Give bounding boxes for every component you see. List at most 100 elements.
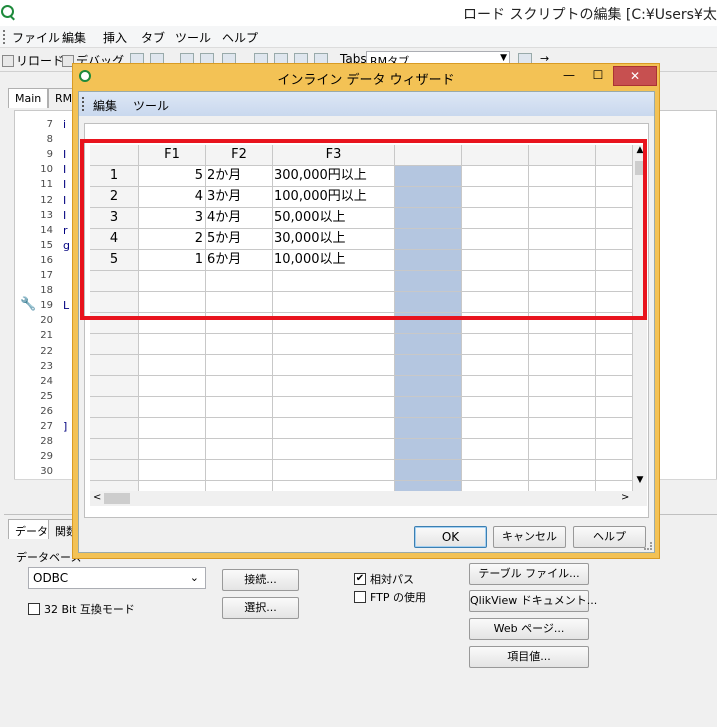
close-icon[interactable]: ✕ bbox=[613, 66, 657, 86]
grid-cell-empty[interactable] bbox=[462, 208, 529, 229]
grid-cell-f3[interactable] bbox=[273, 313, 395, 334]
grid-cell-empty[interactable] bbox=[596, 376, 633, 397]
row-number-cell[interactable] bbox=[90, 334, 139, 355]
grid-cell-empty[interactable] bbox=[596, 250, 633, 271]
grid-cell-empty[interactable] bbox=[596, 334, 633, 355]
grid-cell-empty[interactable] bbox=[596, 397, 633, 418]
grid-cell-f2[interactable] bbox=[206, 355, 273, 376]
grid-cell-empty[interactable] bbox=[395, 439, 462, 460]
row-number-cell[interactable]: 5 bbox=[90, 250, 139, 271]
grid-cell-f2[interactable] bbox=[206, 271, 273, 292]
reload-button[interactable]: リロード bbox=[2, 52, 64, 69]
grid-cell-empty[interactable] bbox=[529, 397, 596, 418]
grid-cell-f1[interactable] bbox=[139, 313, 206, 334]
grid-cell-f2[interactable]: 3か月 bbox=[206, 187, 273, 208]
row-number-cell[interactable] bbox=[90, 439, 139, 460]
grid-cell-f1[interactable]: 5 bbox=[139, 166, 206, 187]
column-header[interactable] bbox=[462, 145, 529, 166]
qlikview-document-button[interactable]: QlikView ドキュメント... bbox=[469, 590, 597, 612]
chevron-down-icon[interactable]: ▼ bbox=[633, 475, 647, 485]
maximize-icon[interactable]: ☐ bbox=[585, 66, 611, 86]
grid-cell-empty[interactable] bbox=[395, 292, 462, 313]
grid-cell-empty[interactable] bbox=[529, 313, 596, 334]
chevron-left-icon[interactable]: < bbox=[93, 492, 101, 503]
grid-cell-empty[interactable] bbox=[529, 166, 596, 187]
grid-cell-empty[interactable] bbox=[395, 208, 462, 229]
grid-cell-empty[interactable] bbox=[462, 334, 529, 355]
row-number-cell[interactable] bbox=[90, 397, 139, 418]
column-header[interactable]: F3 bbox=[273, 145, 395, 166]
grid-cell-f1[interactable] bbox=[139, 355, 206, 376]
grid-corner-header[interactable] bbox=[90, 145, 139, 166]
column-header[interactable] bbox=[596, 145, 633, 166]
grid-cell-empty[interactable] bbox=[395, 187, 462, 208]
web-page-button[interactable]: Web ページ... bbox=[469, 618, 589, 640]
grid-cell-f2[interactable] bbox=[206, 292, 273, 313]
grid-cell-empty[interactable] bbox=[529, 460, 596, 481]
connect-button[interactable]: 接続... bbox=[222, 569, 299, 591]
grid-cell-f3[interactable] bbox=[273, 397, 395, 418]
resize-grip[interactable] bbox=[644, 542, 652, 550]
compat-mode-checkbox[interactable]: 32 Bit 互換モード bbox=[28, 601, 135, 617]
grid-cell-empty[interactable] bbox=[462, 460, 529, 481]
grid-cell-f2[interactable] bbox=[206, 439, 273, 460]
menu-help[interactable]: ヘルプ bbox=[222, 29, 258, 46]
row-number-cell[interactable] bbox=[90, 460, 139, 481]
column-header[interactable] bbox=[529, 145, 596, 166]
grid-cell-f1[interactable] bbox=[139, 271, 206, 292]
menu-insert[interactable]: 挿入 bbox=[103, 29, 127, 46]
grid-cell-empty[interactable] bbox=[596, 418, 633, 439]
grid-cell-empty[interactable] bbox=[395, 250, 462, 271]
grid-cell-f2[interactable] bbox=[206, 334, 273, 355]
row-number-cell[interactable]: 2 bbox=[90, 187, 139, 208]
grid-cell-empty[interactable] bbox=[462, 355, 529, 376]
dialog-menu-edit[interactable]: 編集 bbox=[93, 97, 117, 114]
grid-vertical-scrollbar[interactable]: ▲ ▼ bbox=[633, 145, 647, 491]
tab-main[interactable]: Main bbox=[8, 88, 49, 108]
ftp-checkbox[interactable]: FTP の使用 bbox=[354, 589, 426, 605]
database-combo[interactable]: ODBC ⌄ bbox=[28, 567, 206, 589]
grid-cell-f3[interactable] bbox=[273, 334, 395, 355]
grid-cell-f3[interactable] bbox=[273, 460, 395, 481]
grid-cell-empty[interactable] bbox=[462, 229, 529, 250]
grid-cell-empty[interactable] bbox=[462, 439, 529, 460]
grid-cell-f3[interactable] bbox=[273, 355, 395, 376]
grid-cell-f1[interactable] bbox=[139, 439, 206, 460]
grid-cell-f1[interactable]: 3 bbox=[139, 208, 206, 229]
grid-cell-empty[interactable] bbox=[395, 376, 462, 397]
grid-cell-empty[interactable] bbox=[596, 292, 633, 313]
grid-cell-empty[interactable] bbox=[395, 166, 462, 187]
grid-cell-empty[interactable] bbox=[529, 334, 596, 355]
grid-cell-empty[interactable] bbox=[529, 439, 596, 460]
grid-cell-empty[interactable] bbox=[596, 208, 633, 229]
grid-cell-f1[interactable] bbox=[139, 292, 206, 313]
table-file-button[interactable]: テーブル ファイル... bbox=[469, 563, 589, 585]
grid-cell-empty[interactable] bbox=[529, 355, 596, 376]
grid-cell-empty[interactable] bbox=[596, 355, 633, 376]
grid-cell-f2[interactable]: 5か月 bbox=[206, 229, 273, 250]
grid-cell-empty[interactable] bbox=[596, 229, 633, 250]
grid-cell-empty[interactable] bbox=[462, 397, 529, 418]
grid-cell-empty[interactable] bbox=[529, 250, 596, 271]
grid-cell-f3[interactable] bbox=[273, 439, 395, 460]
grid-cell-f2[interactable] bbox=[206, 376, 273, 397]
chevron-right-icon[interactable]: > bbox=[621, 492, 629, 503]
dialog-titlebar[interactable]: インライン データ ウィザード — ☐ ✕ bbox=[73, 64, 659, 89]
row-number-cell[interactable]: 1 bbox=[90, 166, 139, 187]
grid-cell-f2[interactable]: 6か月 bbox=[206, 250, 273, 271]
menu-tools[interactable]: ツール bbox=[175, 29, 211, 46]
grid-cell-empty[interactable] bbox=[596, 439, 633, 460]
grid-cell-empty[interactable] bbox=[395, 271, 462, 292]
grid-cell-f1[interactable]: 2 bbox=[139, 229, 206, 250]
ok-button[interactable]: OK bbox=[414, 526, 487, 548]
grid-cell-empty[interactable] bbox=[529, 229, 596, 250]
grid-cell-empty[interactable] bbox=[462, 313, 529, 334]
grid-cell-f2[interactable] bbox=[206, 460, 273, 481]
menu-edit[interactable]: 編集 bbox=[62, 29, 86, 46]
grid-cell-empty[interactable] bbox=[529, 187, 596, 208]
grid-cell-empty[interactable] bbox=[462, 166, 529, 187]
grid-cell-empty[interactable] bbox=[462, 418, 529, 439]
cancel-button[interactable]: キャンセル bbox=[493, 526, 566, 548]
grid-cell-empty[interactable] bbox=[395, 313, 462, 334]
row-number-cell[interactable] bbox=[90, 292, 139, 313]
